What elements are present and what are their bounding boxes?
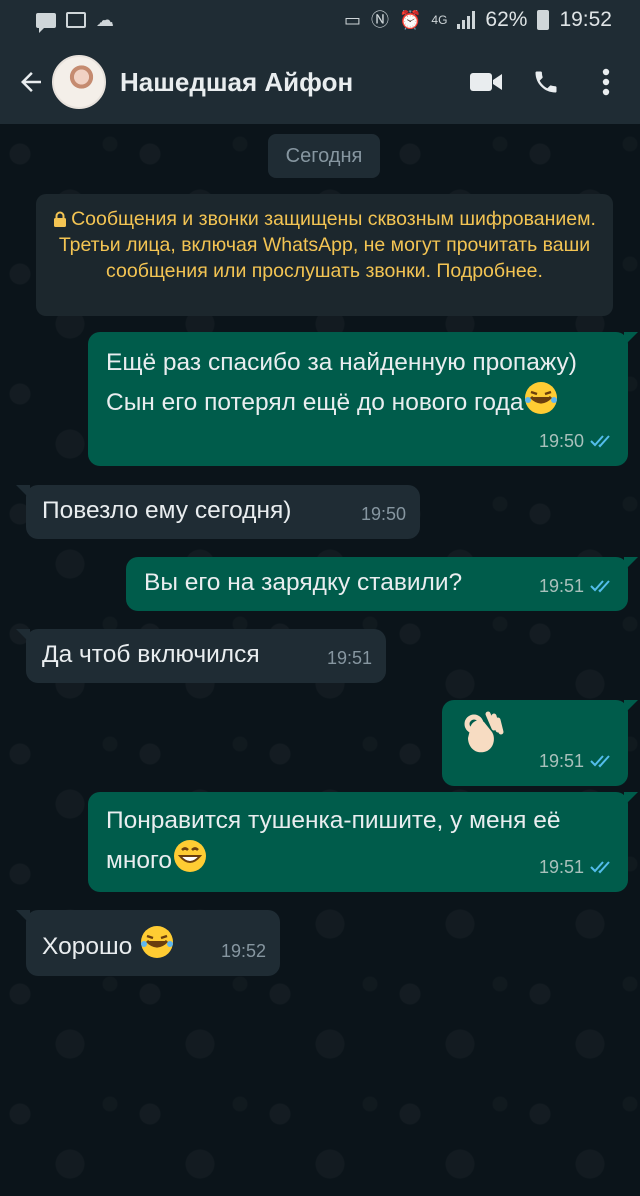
message-time: 19:50 (360, 504, 406, 524)
message-bubble-incoming[interactable]: Хорошо 19:52 (16, 910, 280, 976)
mail-notification-icon (66, 12, 86, 28)
message-meta: 19:51 (539, 569, 614, 603)
message-bubble-outgoing[interactable]: 19:51 (442, 700, 638, 786)
rolling-laughing-emoji-icon (525, 382, 558, 414)
message-text: Понравится тушенка-пишите, у меня её мно… (106, 807, 561, 874)
message-text: Ещё раз спасибо за найденную пропажу) Сы… (106, 349, 577, 416)
message-time: 19:51 (538, 576, 584, 596)
video-call-button[interactable] (456, 52, 516, 112)
message-notification-icon (36, 12, 56, 33)
network-type-icon: 4G (431, 13, 448, 27)
contact-name[interactable]: Нашедшая Айфон (120, 67, 456, 98)
alarm-icon: ⏰ (398, 10, 422, 30)
grinning-emoji-icon (174, 840, 207, 872)
double-check-icon (590, 580, 610, 593)
notification-icons: ☁ (36, 10, 114, 33)
cast-icon: ▭ (343, 10, 361, 30)
message-bubble-incoming[interactable]: Да чтоб включился 19:51 (16, 629, 386, 683)
voice-call-button[interactable] (516, 52, 576, 112)
back-arrow-icon[interactable] (10, 61, 52, 103)
more-vert-icon (602, 68, 610, 96)
encryption-notice-text: Сообщения и звонки защищены сквозным шиф… (58, 208, 596, 282)
lock-icon (54, 211, 67, 227)
clock: 19:52 (559, 8, 612, 31)
message-time: 19:51 (538, 751, 584, 771)
message-bubble-outgoing[interactable]: Ещё раз спасибо за найденную пропажу) Сы… (88, 332, 638, 466)
chat-area[interactable]: Сегодня Сообщения и звонки защищены скво… (0, 124, 640, 1196)
double-check-icon (590, 435, 610, 448)
message-meta: 19:51 (539, 744, 614, 778)
battery-icon (537, 10, 550, 30)
battery-percent: 62% (485, 8, 528, 31)
phone-icon (535, 71, 557, 93)
encryption-notice[interactable]: Сообщения и звонки защищены сквозным шиф… (36, 194, 613, 316)
message-bubble-outgoing[interactable]: Вы его на зарядку ставили? 19:51 (126, 557, 638, 611)
message-time: 19:50 (538, 431, 584, 451)
avatar[interactable] (52, 55, 106, 109)
signal-icon (457, 11, 476, 29)
status-bar: ☁ ▭ Ⓝ ⏰ 4G 62% 19:52 (0, 0, 640, 40)
rolling-laughing-emoji-icon (141, 926, 174, 958)
message-meta: 19:50 (361, 497, 406, 531)
message-meta: 19:50 (539, 424, 614, 458)
more-options-button[interactable] (576, 52, 636, 112)
double-check-icon (590, 861, 610, 874)
nfc-icon: Ⓝ (370, 10, 389, 30)
message-meta: 19:51 (539, 850, 614, 884)
message-time: 19:51 (326, 648, 372, 668)
chat-header: Нашедшая Айфон (0, 40, 640, 124)
message-bubble-incoming[interactable]: Повезло ему сегодня) 19:50 (16, 485, 420, 539)
message-time: 19:51 (538, 857, 584, 877)
system-status: ▭ Ⓝ ⏰ 4G 62% 19:52 (344, 8, 612, 32)
weather-icon: ☁ (96, 10, 114, 30)
video-call-icon (470, 73, 502, 91)
message-text: Да чтоб включился (42, 641, 260, 668)
message-meta: 19:52 (221, 934, 266, 968)
message-bubble-outgoing[interactable]: Понравится тушенка-пишите, у меня её мно… (88, 792, 638, 892)
date-separator: Сегодня (268, 134, 380, 178)
double-check-icon (590, 755, 610, 768)
message-time: 19:52 (220, 941, 266, 961)
message-meta: 19:51 (327, 641, 372, 675)
ok-hand-emoji-icon (464, 711, 504, 753)
message-text: Повезло ему сегодня) (42, 497, 292, 524)
